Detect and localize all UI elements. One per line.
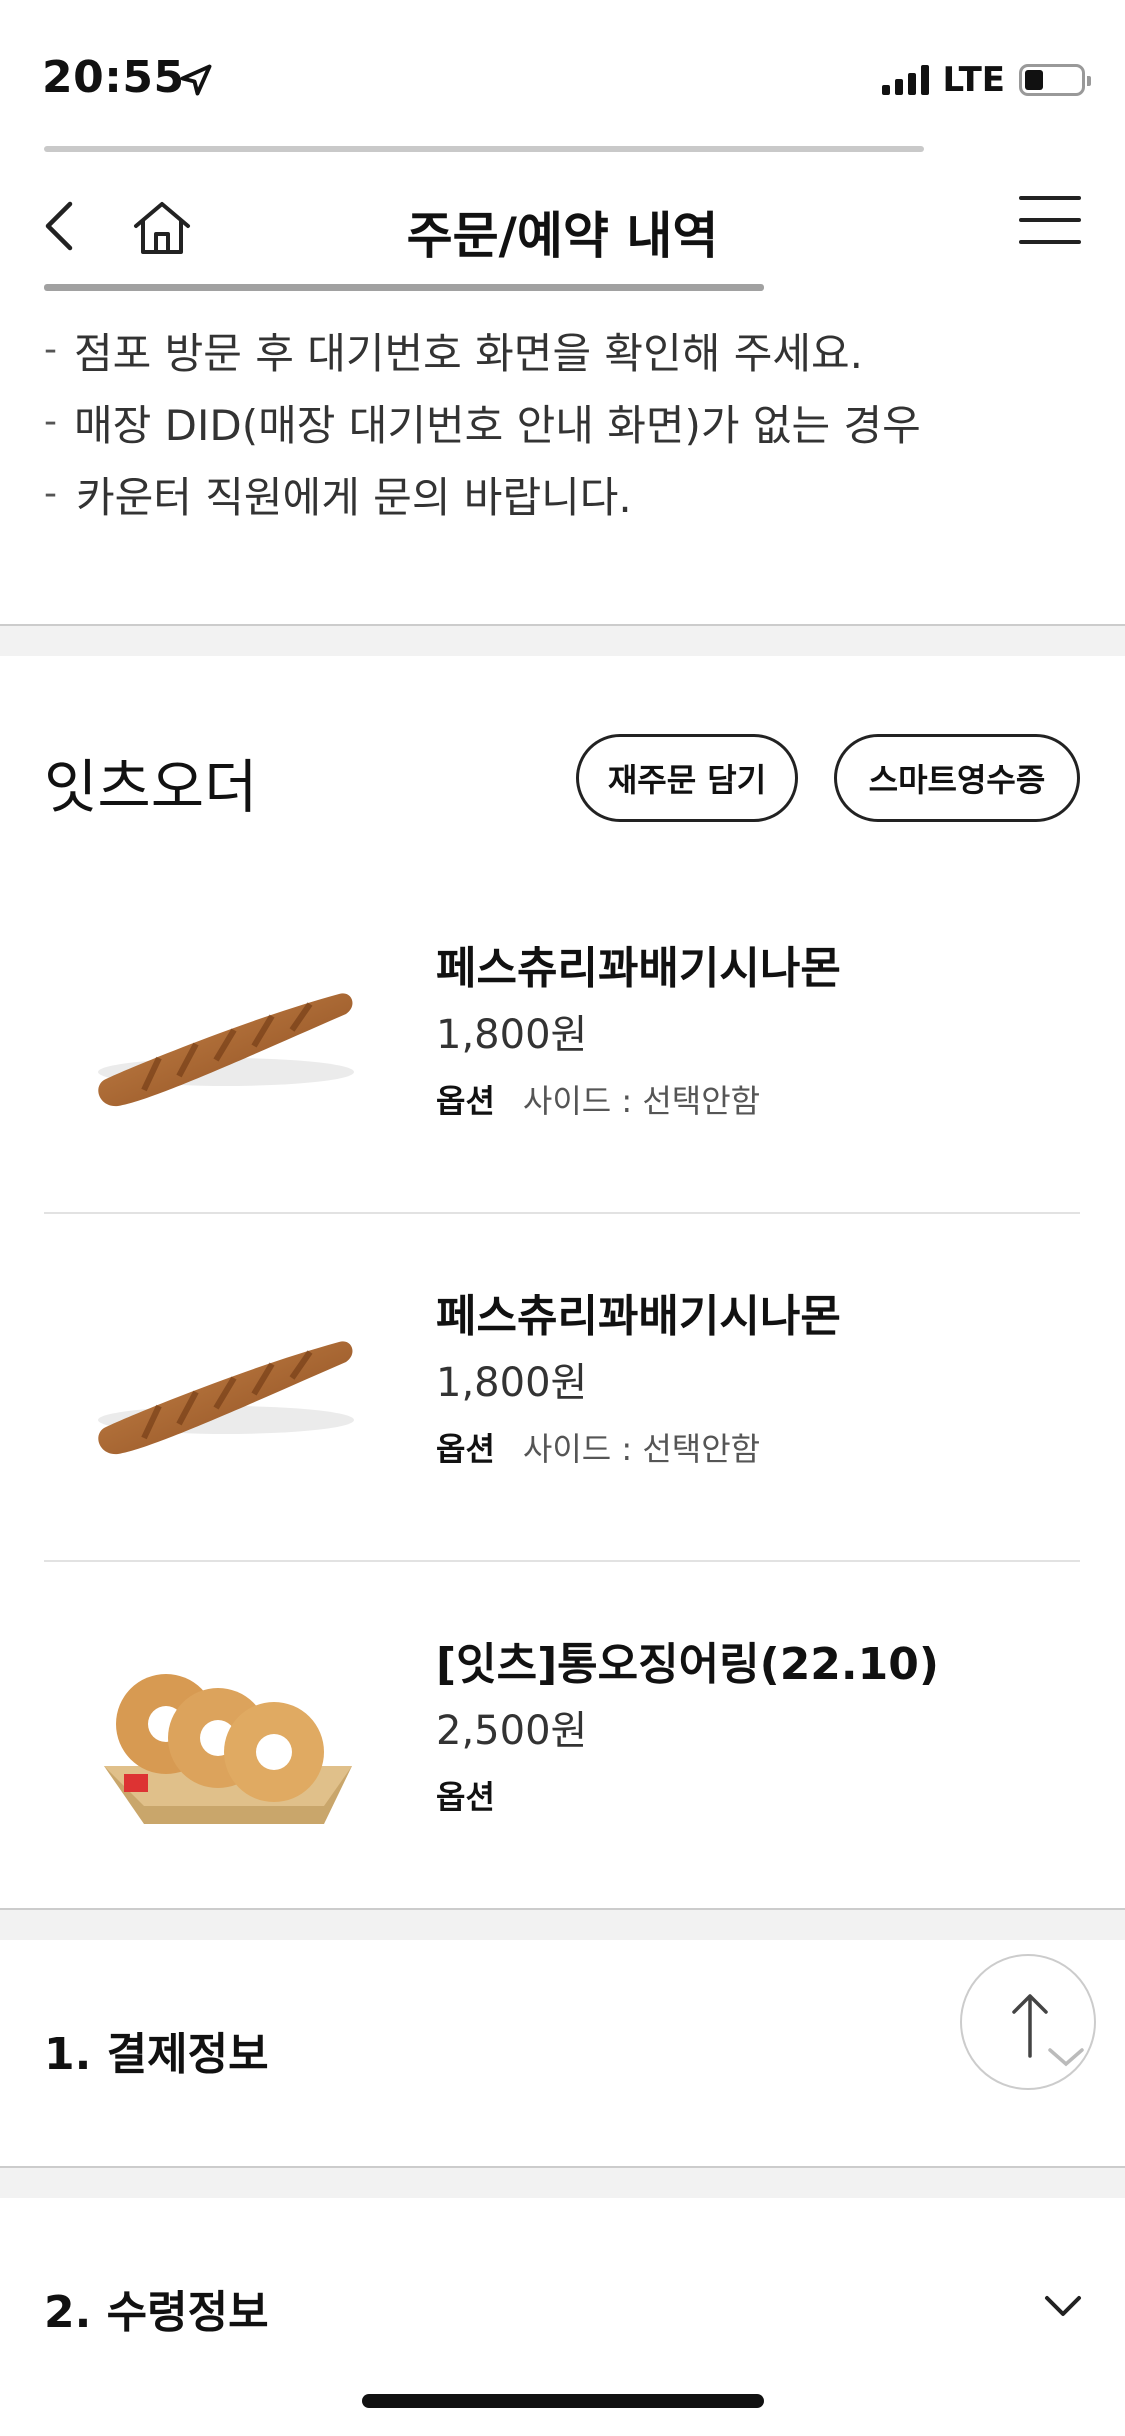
item-name: 페스츄리꽈배기시나몬 (436, 1291, 841, 1342)
item-price: 1,800원 (436, 1360, 588, 1406)
order-item: 페스츄리꽈배기시나몬 1,800원 옵션 사이드 : 선택안함 (44, 1218, 1080, 1566)
location-arrow-icon (180, 64, 212, 96)
twisted-pastry-image (98, 1341, 354, 1455)
squid-ring-image (104, 1674, 352, 1824)
scroll-to-top-button[interactable] (960, 1954, 1096, 2090)
section-divider (0, 2166, 1125, 2198)
battery-icon (1019, 64, 1091, 96)
payment-info-title: 1. 결제정보 (44, 2029, 269, 2080)
reorder-button[interactable]: 재주문 담기 (576, 734, 798, 822)
status-bar: 20:55 LTE (0, 0, 1125, 150)
chevron-down-icon[interactable] (1043, 2294, 1083, 2320)
order-item: [잇츠]통오징어링(22.10) 2,500원 옵션 (44, 1566, 1080, 1914)
option-value: 사이드 : 선택안함 (522, 1082, 761, 1120)
order-item: 페스츄리꽈배기시나몬 1,800원 옵션 사이드 : 선택안함 (44, 870, 1080, 1218)
option-label: 옵션 (436, 1430, 495, 1468)
status-time: 20:55 (42, 52, 185, 103)
scrolled-text-remnant (44, 138, 924, 158)
item-price: 2,500원 (436, 1708, 588, 1754)
section-divider (0, 624, 1125, 656)
network-type: LTE (942, 60, 1005, 100)
app-header: 주문/예약 내역 (0, 160, 1125, 296)
twisted-pastry-image (98, 993, 354, 1107)
page-title: 주문/예약 내역 (406, 207, 719, 265)
item-option: 옵션 사이드 : 선택안함 (436, 1076, 760, 1122)
smart-receipt-button[interactable]: 스마트영수증 (834, 734, 1080, 822)
pickup-info-title: 2. 수령정보 (44, 2287, 269, 2338)
section-divider (0, 1908, 1125, 1940)
item-name: [잇츠]통오징어링(22.10) (436, 1639, 939, 1690)
pickup-info-accordion[interactable]: 2. 수령정보 (0, 2198, 1125, 2418)
item-price: 1,800원 (436, 1012, 588, 1058)
notice-item: 점포 방문 후 대기번호 화면을 확인해 주세요. (44, 314, 1084, 390)
option-label: 옵션 (436, 1778, 495, 1816)
home-indicator[interactable] (362, 2394, 764, 2408)
notice-item: 매장 DID(매장 대기번호 안내 화면)가 없는 경우 (44, 386, 1084, 462)
option-label: 옵션 (436, 1082, 495, 1120)
item-name: 페스츄리꽈배기시나몬 (436, 943, 841, 994)
order-section-title: 잇츠오더 (44, 753, 258, 821)
chevron-down-icon (1048, 2048, 1084, 2067)
item-divider (44, 1212, 1080, 1214)
option-value: 사이드 : 선택안함 (522, 1430, 761, 1468)
signal-icon (881, 65, 929, 95)
menu-icon[interactable] (1019, 196, 1081, 248)
item-divider (44, 1560, 1080, 1562)
item-option: 옵션 (436, 1772, 523, 1818)
item-option: 옵션 사이드 : 선택안함 (436, 1424, 760, 1470)
notice-item-continued: 카운터 직원에게 문의 바랍니다. (44, 458, 1084, 534)
scrolled-text-remnant (44, 280, 764, 300)
payment-info-accordion[interactable]: 1. 결제정보 (0, 1940, 1125, 2160)
status-indicators: LTE (881, 60, 1091, 100)
